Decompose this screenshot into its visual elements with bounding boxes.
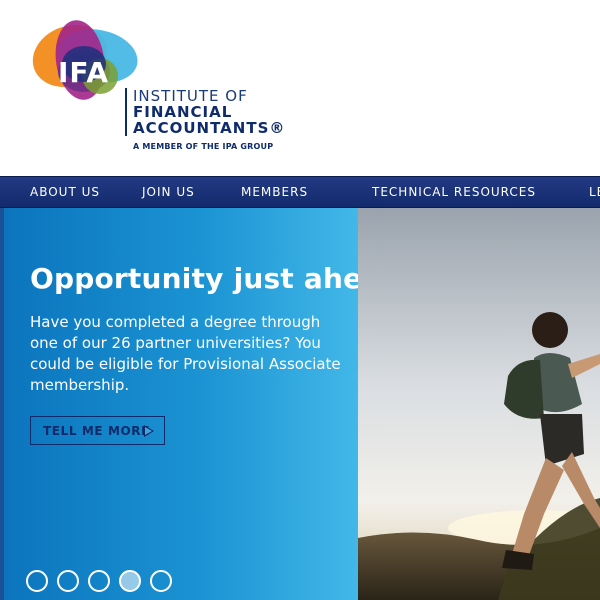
cta-label: TELL ME MORE	[43, 423, 150, 438]
nav-item-join-us[interactable]: JOIN US	[142, 185, 195, 199]
carousel-dot-5[interactable]	[150, 570, 172, 592]
hero-carousel: Opportunity just ahead Have you complete…	[0, 208, 600, 600]
nav-item-members[interactable]: MEMBERS	[241, 185, 308, 199]
hiker-photo-illustration	[358, 208, 600, 600]
play-arrow-icon	[144, 425, 154, 437]
hero-photo	[358, 208, 600, 600]
nav-item-about-us[interactable]: ABOUT US	[30, 185, 100, 199]
tell-me-more-button[interactable]: TELL ME MORE	[30, 416, 165, 445]
hero-title: Opportunity just ahead	[30, 262, 402, 295]
site-header: IFA INSTITUTE OF FINANCIAL ACCOUNTANTS® …	[0, 0, 600, 176]
hero-description: Have you completed a degree through one …	[30, 313, 341, 394]
main-nav: ABOUT US JOIN US MEMBERS TECHNICAL RESOU…	[0, 176, 600, 208]
carousel-dot-3[interactable]	[88, 570, 110, 592]
nav-item-truncated[interactable]: LE	[589, 185, 600, 199]
logo-text-accountants: ACCOUNTANTS®	[133, 119, 286, 137]
logo-letters: IFA	[58, 56, 110, 89]
carousel-dot-4[interactable]	[119, 570, 141, 592]
hero-panel: Opportunity just ahead Have you complete…	[0, 208, 401, 600]
logo-tagline: A MEMBER OF THE IPA GROUP	[133, 142, 274, 151]
carousel-dot-2[interactable]	[57, 570, 79, 592]
carousel-dot-1[interactable]	[26, 570, 48, 592]
logo-divider	[125, 88, 127, 136]
nav-item-technical-resources[interactable]: TECHNICAL RESOURCES	[372, 185, 536, 199]
